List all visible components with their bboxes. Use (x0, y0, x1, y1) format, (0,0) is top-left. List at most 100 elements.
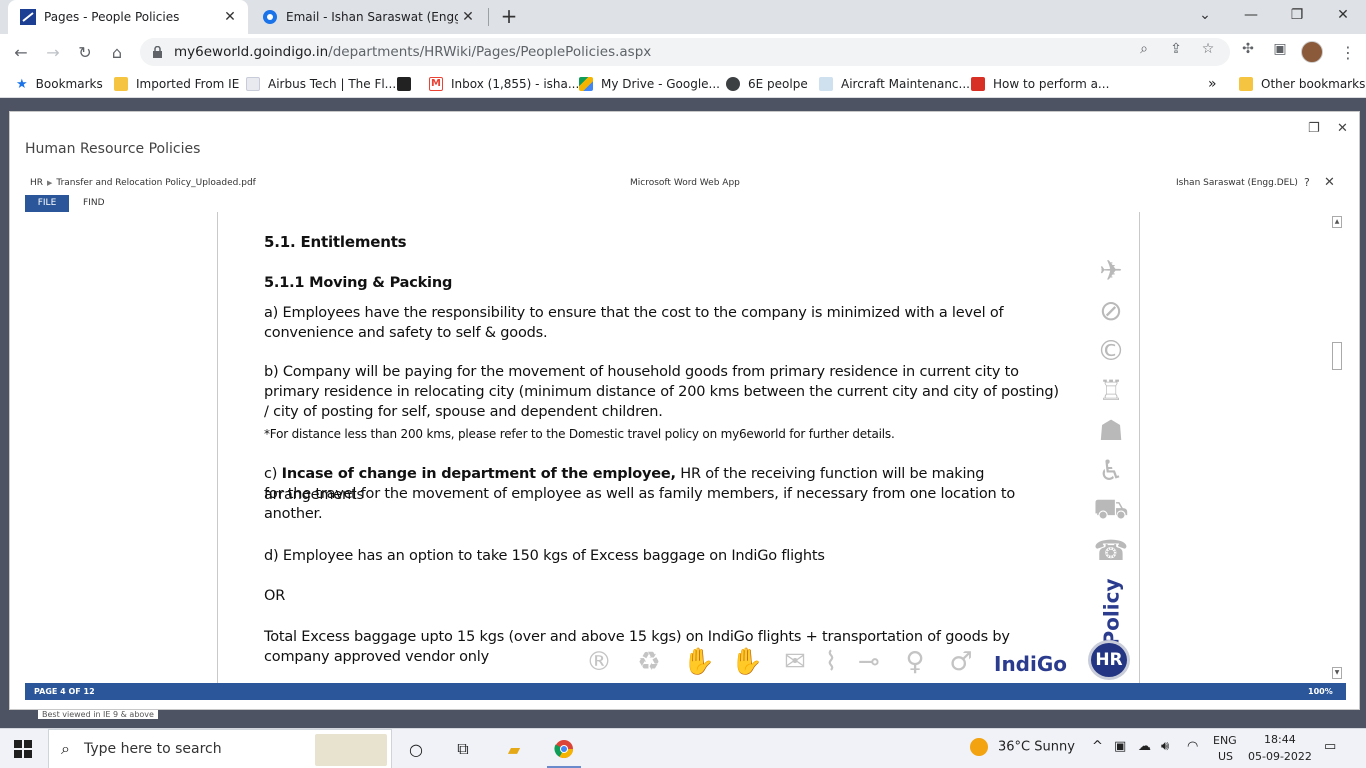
para-b-line2: primary residence in relocating city (mi… (264, 384, 1059, 400)
bookmark-star-icon[interactable]: ☆ (1200, 41, 1216, 57)
para-c-bold: Incase of change in department of the em… (281, 466, 676, 482)
close-tab-icon[interactable]: ✕ (220, 7, 240, 27)
language-code[interactable]: ENG (1213, 734, 1237, 747)
maximize-dialog-button[interactable]: ❐ (1308, 121, 1320, 136)
sharepoint-icon (20, 9, 36, 25)
indigo-logo: IndiGo (994, 652, 1068, 676)
para-a-line2: convenience and safety to self & goods. (264, 325, 548, 341)
car-icon: ⛟ (1093, 491, 1129, 525)
back-button[interactable]: ← (8, 39, 34, 65)
bookmark-bookmarks[interactable]: ★ Bookmarks (16, 75, 103, 93)
video-icon (971, 77, 985, 91)
bookmarks-overflow[interactable]: » (1208, 75, 1217, 93)
cortana-icon[interactable]: ○ (404, 737, 428, 761)
tab-title: Email - Ishan Saraswat (Engg,DEL (286, 10, 458, 24)
reload-button[interactable]: ↻ (72, 39, 98, 65)
prohibited-icon: ⊘ (1099, 293, 1123, 327)
language-region[interactable]: US (1218, 750, 1233, 763)
breadcrumb: HR ▶ Transfer and Relocation Policy_Upload… (30, 178, 256, 188)
tab-search-icon[interactable]: ⌄ (1182, 0, 1228, 30)
clock-date[interactable]: 05-09-2022 (1248, 750, 1312, 763)
profile-avatar[interactable] (1301, 41, 1323, 63)
help-icon[interactable]: ? (1304, 176, 1310, 189)
menu-icon[interactable]: ⋮ (1340, 43, 1356, 62)
find-tab[interactable]: FIND (83, 195, 105, 212)
document-page: 5.1. Entitlements 5.1.1 Moving & Packing… (217, 212, 1140, 683)
lock-icon[interactable] (152, 45, 164, 59)
para-b-line1: b) Company will be paying for the moveme… (264, 364, 1019, 380)
new-tab-button[interactable]: + (498, 6, 520, 28)
wifi-icon[interactable]: ◠ (1187, 739, 1198, 754)
wheelchair-icon: ♿ (1098, 453, 1124, 487)
show-hidden-icons[interactable]: ^ (1092, 739, 1103, 754)
windows-start-icon[interactable] (14, 740, 32, 758)
home-button[interactable]: ⌂ (104, 39, 130, 65)
address-bar[interactable]: my6eworld.goindigo.in/departments/HRWiki… (140, 38, 1230, 66)
side-panel-icon[interactable]: ▣ (1272, 41, 1288, 57)
breadcrumb-file[interactable]: Transfer and Relocation Policy_Uploaded.… (56, 178, 255, 188)
cloud-icon[interactable]: ☁ (1138, 739, 1151, 754)
trophy-icon: ♖ (1098, 373, 1124, 407)
file-explorer-icon[interactable]: ▰ (502, 737, 526, 761)
close-window-button[interactable]: ✕ (1320, 0, 1366, 30)
vertical-scrollbar[interactable]: ▲ ▼ (1330, 212, 1344, 683)
notifications-icon[interactable]: ▭ (1324, 739, 1336, 754)
hr-badge: HR (1088, 640, 1130, 680)
url-host: my6eworld.goindigo.in (174, 44, 329, 60)
airplane-icon: ✈ (1099, 253, 1123, 287)
chrome-icon[interactable] (552, 737, 576, 761)
drive-icon (579, 77, 593, 91)
close-tab-icon[interactable]: ✕ (458, 7, 478, 27)
breadcrumb-hr[interactable]: HR (30, 178, 43, 188)
scroll-thumb[interactable] (1332, 342, 1342, 370)
scroll-up-arrow[interactable]: ▲ (1332, 216, 1342, 228)
outlook-icon (262, 9, 278, 25)
browser-note: Best viewed in IE 9 & above (38, 710, 158, 719)
restore-button[interactable]: ❐ (1274, 0, 1320, 30)
document-area[interactable]: 5.1. Entitlements 5.1.1 Moving & Packing… (25, 212, 1346, 683)
task-view-icon[interactable]: ⧉ (451, 737, 475, 761)
minimize-button[interactable]: — (1228, 0, 1274, 30)
bookmark-aircraft-maintenance[interactable]: Aircraft Maintenanc... (819, 75, 970, 93)
chevron-right-icon: ▶ (47, 179, 53, 187)
close-dialog-button[interactable]: ✕ (1337, 121, 1348, 136)
bookmark-imported-from-ie[interactable]: Imported From IE (114, 75, 239, 93)
taskbar-search[interactable]: ⌕ Type here to search (48, 729, 392, 768)
bookmark-inbox[interactable]: M Inbox (1,855) - isha... (429, 75, 579, 93)
weather-widget[interactable]: 36°C Sunny (970, 738, 1075, 756)
clock-time[interactable]: 18:44 (1264, 733, 1296, 746)
user-name[interactable]: Ishan Saraswat (Engg.DEL) (1176, 178, 1298, 188)
para-b-line3: / city of posting for self, spouse and d… (264, 404, 663, 420)
forward-button[interactable]: → (40, 39, 66, 65)
status-bar: PAGE 4 OF 12 100% (25, 683, 1346, 700)
star-icon: ★ (16, 76, 28, 92)
subsection-heading: 5.1.1 Moving & Packing (264, 275, 453, 291)
bookmark-other-bookmarks[interactable]: Other bookmarks (1239, 75, 1365, 93)
windows-taskbar: ⌕ Type here to search ○ ⧉ ▰ 36°C Sunny ^… (0, 728, 1366, 768)
recycle-icon: ♻ (637, 647, 661, 677)
share-icon[interactable]: ⇪ (1168, 41, 1184, 57)
scroll-down-arrow[interactable]: ▼ (1332, 667, 1342, 679)
file-tab[interactable]: FILE (25, 195, 69, 212)
meet-now-icon[interactable]: ▣ (1114, 739, 1126, 754)
hand-icon: ✋ (682, 647, 716, 677)
browser-toolbar: ← → ↻ ⌂ my6eworld.goindigo.in/department… (0, 34, 1366, 70)
bookmark-6e-people[interactable]: 6E peolpe (726, 75, 808, 93)
extensions-icon[interactable]: ✣ (1240, 41, 1256, 57)
tab-people-policies[interactable]: Pages - People Policies ✕ (8, 0, 248, 34)
male-icon: ♂ (949, 647, 973, 677)
tab-email[interactable]: Email - Ishan Saraswat (Engg,DEL ✕ (250, 0, 486, 34)
bookmark-my-drive[interactable]: My Drive - Google... (579, 75, 720, 93)
volume-icon[interactable]: 🔊︎ (1161, 739, 1169, 754)
bookmark-airbus[interactable]: Airbus Tech | The Fl... (246, 75, 396, 93)
para-d-line1: d) Employee has an option to take 150 kg… (264, 548, 825, 564)
zoom-icon[interactable]: ⌕ (1136, 41, 1152, 57)
zoom-level[interactable]: 100% (1308, 687, 1333, 696)
registered-icon: ® (586, 647, 612, 677)
word-app-header: HR ▶ Transfer and Relocation Policy_Upload… (10, 174, 1359, 192)
folder-icon (114, 77, 128, 91)
bookmark-how-to-perform[interactable]: How to perform a... (971, 75, 1109, 93)
para-or: OR (264, 588, 286, 604)
bookmark-dark-site[interactable] (397, 75, 419, 93)
close-document-icon[interactable]: ✕ (1324, 175, 1335, 190)
